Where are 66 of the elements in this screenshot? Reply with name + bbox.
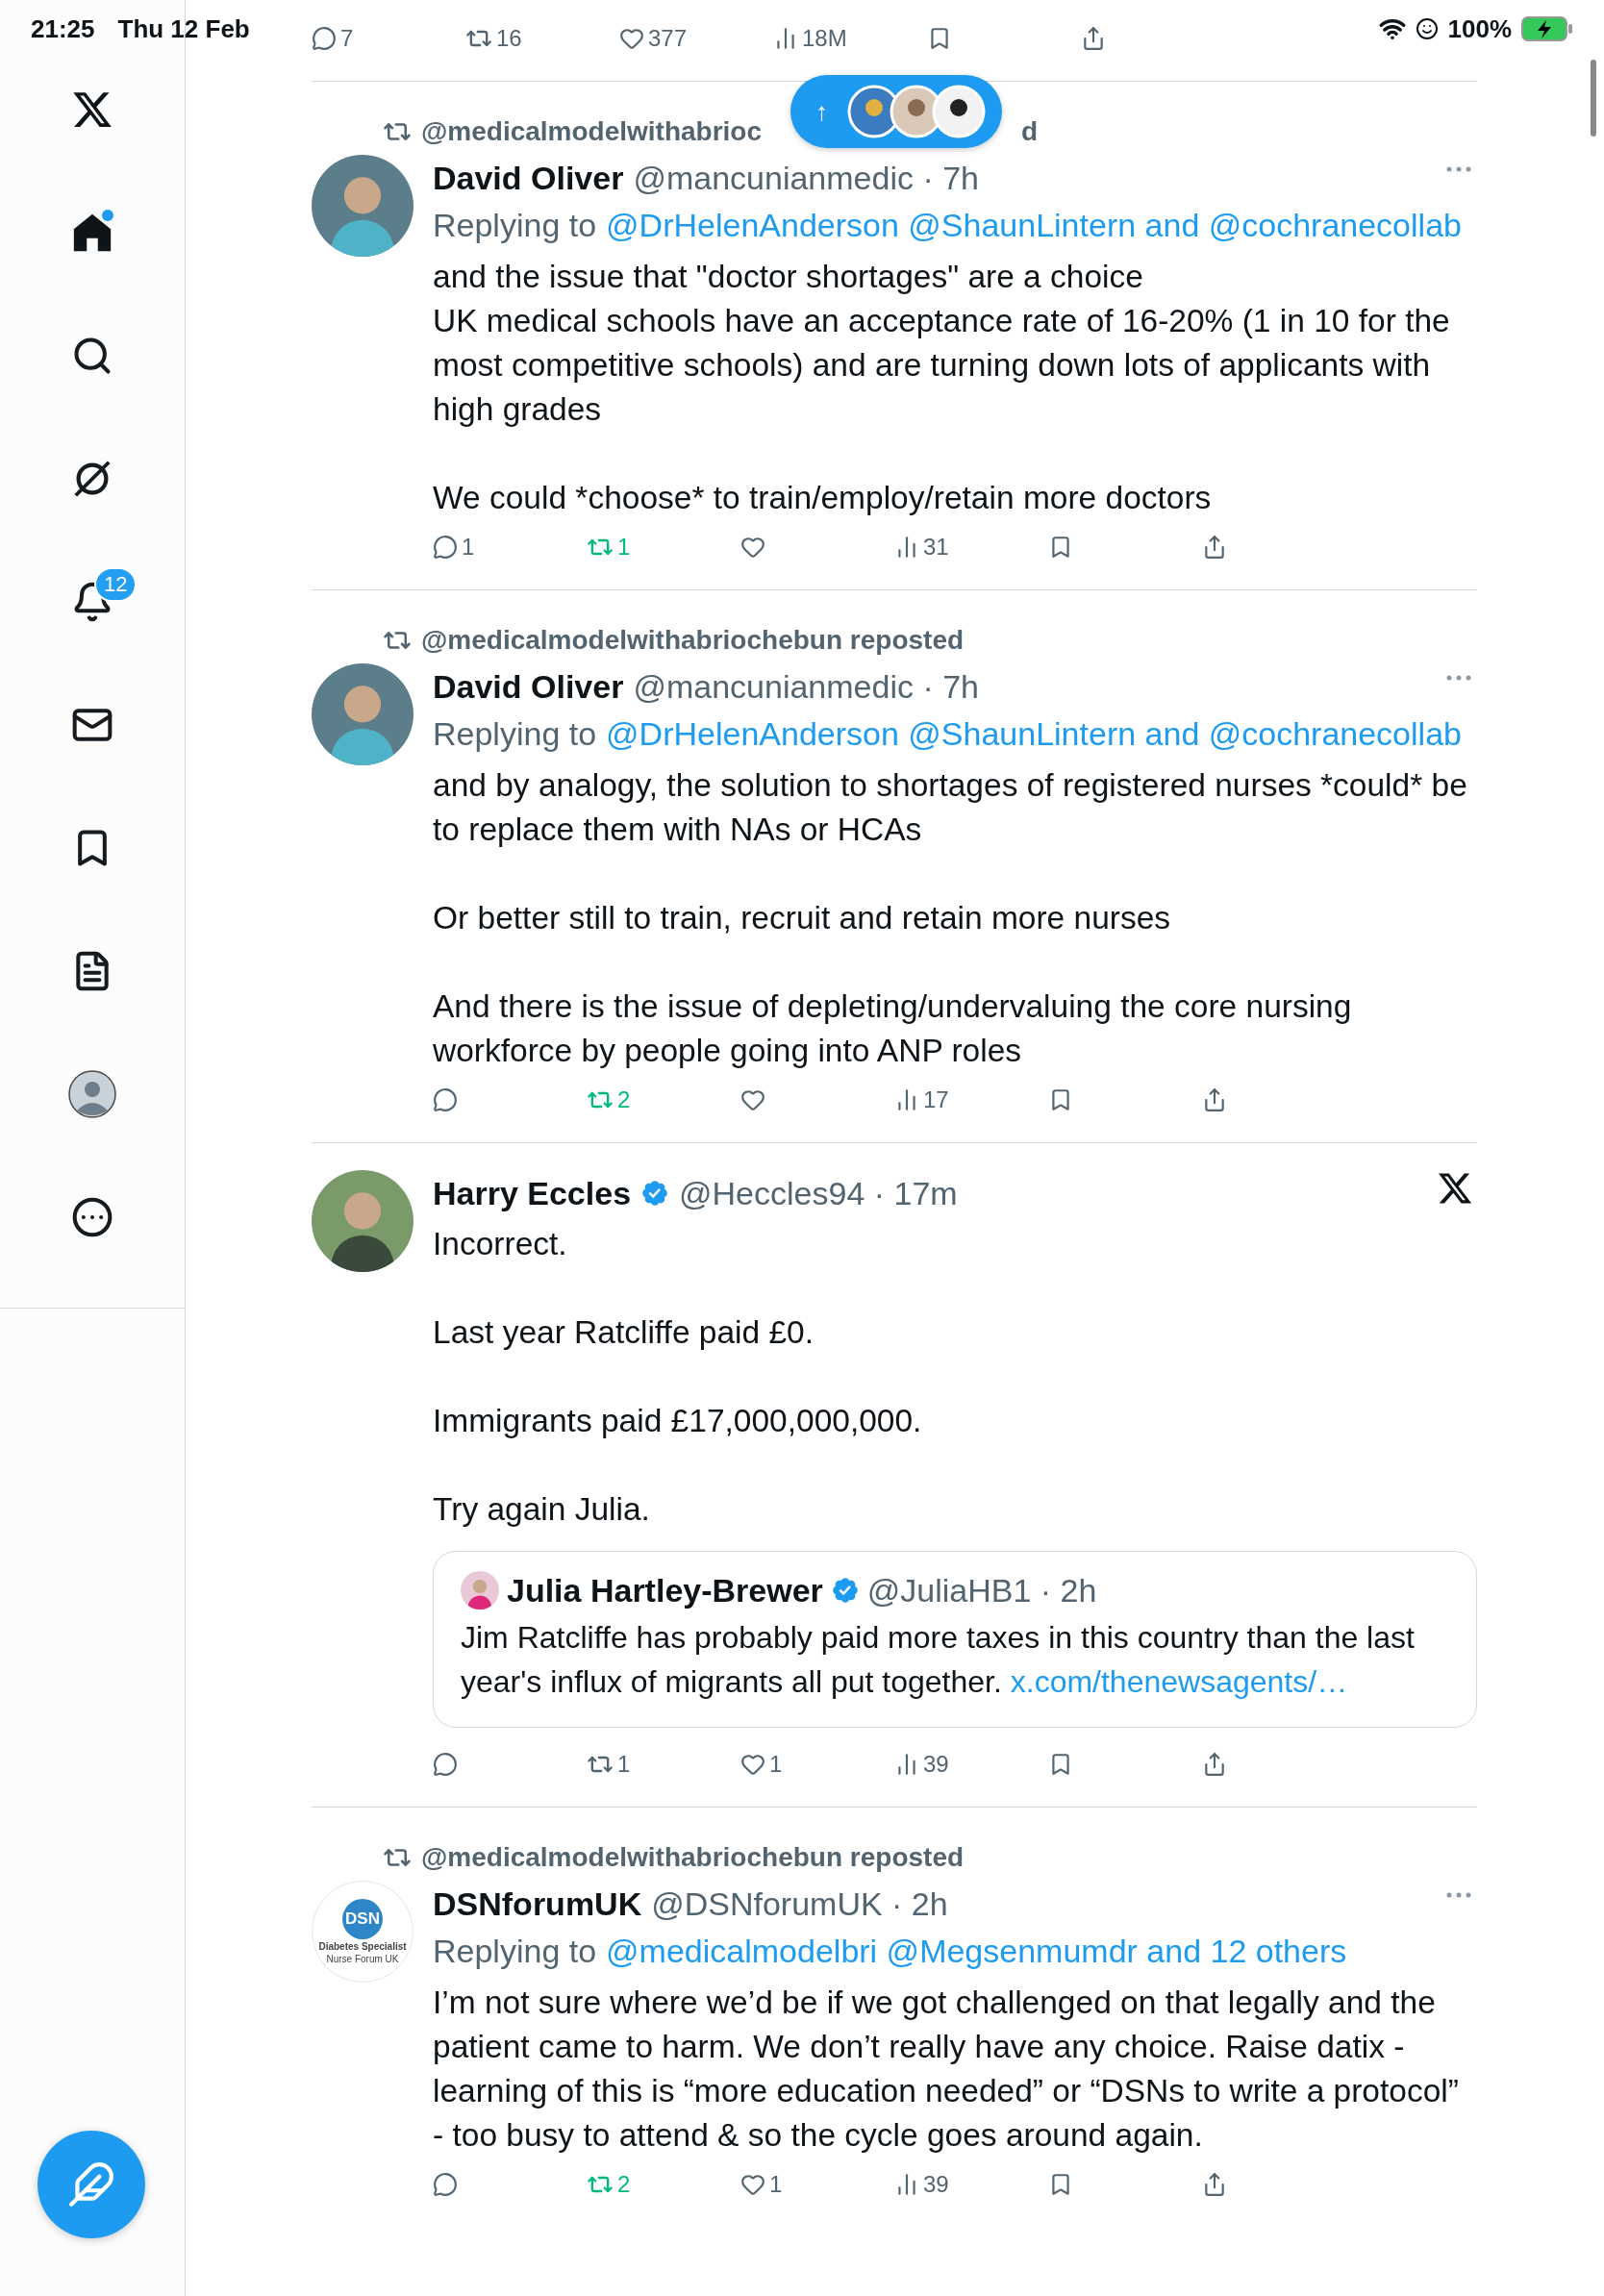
quote-avatar-icon[interactable]	[461, 1571, 499, 1610]
status-date: Thu 12 Feb	[117, 13, 250, 44]
reply-button[interactable]: 1	[433, 534, 587, 561]
replying-label: Replying to	[433, 1932, 597, 1970]
notification-badge: 12	[94, 567, 138, 602]
repost-label: @medicalmodelwithabrioc	[421, 116, 763, 147]
views-button[interactable]: 17	[894, 1086, 1048, 1113]
speech-bubble-icon	[433, 535, 458, 560]
profile-avatar-icon	[68, 1070, 116, 1118]
author-handle[interactable]: @DSNforumUK · 2h	[651, 1884, 948, 1923]
author-handle[interactable]: @mancunianmedic · 7h	[633, 667, 979, 706]
quote-author-handle: @JuliaHB1 · 2h	[866, 1571, 1097, 1610]
author-handle[interactable]: @mancunianmedic · 7h	[633, 159, 979, 197]
more-icon	[71, 1196, 113, 1238]
share-icon	[1202, 1087, 1227, 1112]
heart-icon	[619, 26, 644, 51]
heart-icon	[740, 1752, 765, 1777]
replying-label: Replying to	[433, 714, 597, 753]
heart-icon	[740, 2172, 765, 2197]
logo-caption: Diabetes Specialist	[318, 1941, 407, 1952]
share-icon	[1081, 26, 1106, 51]
author-name[interactable]: Harry Eccles	[433, 1174, 632, 1212]
logo-text: DSN	[345, 1909, 380, 1929]
author-handle[interactable]: @Heccles94 · 17m	[679, 1174, 958, 1212]
views-button[interactable]: 31	[894, 534, 1048, 561]
share-icon	[1202, 2172, 1227, 2197]
like-button[interactable]: 1	[740, 2171, 894, 2198]
views-button[interactable]: 39	[894, 1751, 1048, 1778]
like-button[interactable]: 377	[619, 25, 773, 52]
like-button[interactable]: 1	[740, 1751, 894, 1778]
status-time: 21:25	[31, 13, 95, 44]
views-button[interactable]: 39	[894, 2171, 1048, 2198]
pill-avatar-icon	[932, 85, 986, 138]
author-name[interactable]: David Oliver	[433, 667, 624, 706]
speech-bubble-icon	[433, 2172, 458, 2197]
quoted-tweet[interactable]: Julia Hartley-Brewer @JuliaHB1 · 2h Jim Ratcliffe has probably paid more taxes in this country than the last year's influx of migrants all put together. x.com/thenewsagents/…	[433, 1551, 1477, 1728]
speech-bubble-icon	[433, 1087, 458, 1112]
heart-icon	[740, 535, 765, 560]
tweet-text: and by analogy, the solution to shortages of registered nurses *could* be to replace them with NAs or HCAs Or better still to train, recruit and retain more nurses And there is the issue of depleting/undervaluing the core nursing workforce by people going into ANP roles	[433, 766, 1468, 1070]
reply-button[interactable]: 7	[312, 25, 465, 52]
battery-charging-icon	[1521, 15, 1573, 42]
share-icon	[1202, 535, 1227, 560]
focus-icon	[1415, 17, 1439, 40]
speech-bubble-icon	[312, 26, 337, 51]
scrollbar[interactable]	[1591, 60, 1596, 137]
repost-button[interactable]: 16	[465, 25, 619, 52]
quote-text: Jim Ratcliffe has probably paid more taxes in this country than the last year's influx of migrants all put together. x.com/thenewsagents/…	[461, 1619, 1416, 1701]
quote-author-name: Julia Hartley-Brewer	[507, 1571, 823, 1610]
tweet-text: I’m not sure where we’d be if we got challenged on that legally and the patient came to harm. We don’t really have any choice. Raise datix - learning of this is “more education needed” or “DSNs to write a protocol” - too busy to attend & so the cycle goes around again.	[433, 1984, 1460, 2155]
repost-label: d	[1021, 116, 1039, 147]
repost-button[interactable]: 1	[587, 1751, 740, 1778]
replying-label: Replying to	[433, 206, 597, 244]
tweet-text: Incorrect. Last year Ratcliffe paid £0. Immigrants paid £17,000,000,000. Try again Julia.	[433, 1225, 923, 1529]
battery-percent: 100%	[1447, 13, 1512, 44]
feather-icon	[67, 2160, 115, 2209]
author-name[interactable]: David Oliver	[433, 159, 624, 197]
search-icon	[71, 335, 113, 377]
repost-label: @medicalmodelwithabriochebun reposted	[421, 1842, 965, 1873]
speech-bubble-icon	[433, 1752, 458, 1777]
share-icon	[1202, 1752, 1227, 1777]
logo-caption: Nurse Forum UK	[326, 1954, 399, 1964]
heart-icon	[740, 1087, 765, 1112]
author-name[interactable]: DSNforumUK	[433, 1884, 642, 1923]
repost-label: @medicalmodelwithabriochebun reposted	[421, 625, 965, 656]
tweet-text: and the issue that "doctor shortages" are a choice UK medical schools have an acceptance rate of 16-20% (1 in 10 for the most competitive schools) and are turning down lots of applicants with high grades We could *choose* to train/employ/retain more doctors	[433, 258, 1451, 517]
views-button[interactable]: 18M	[773, 25, 927, 52]
